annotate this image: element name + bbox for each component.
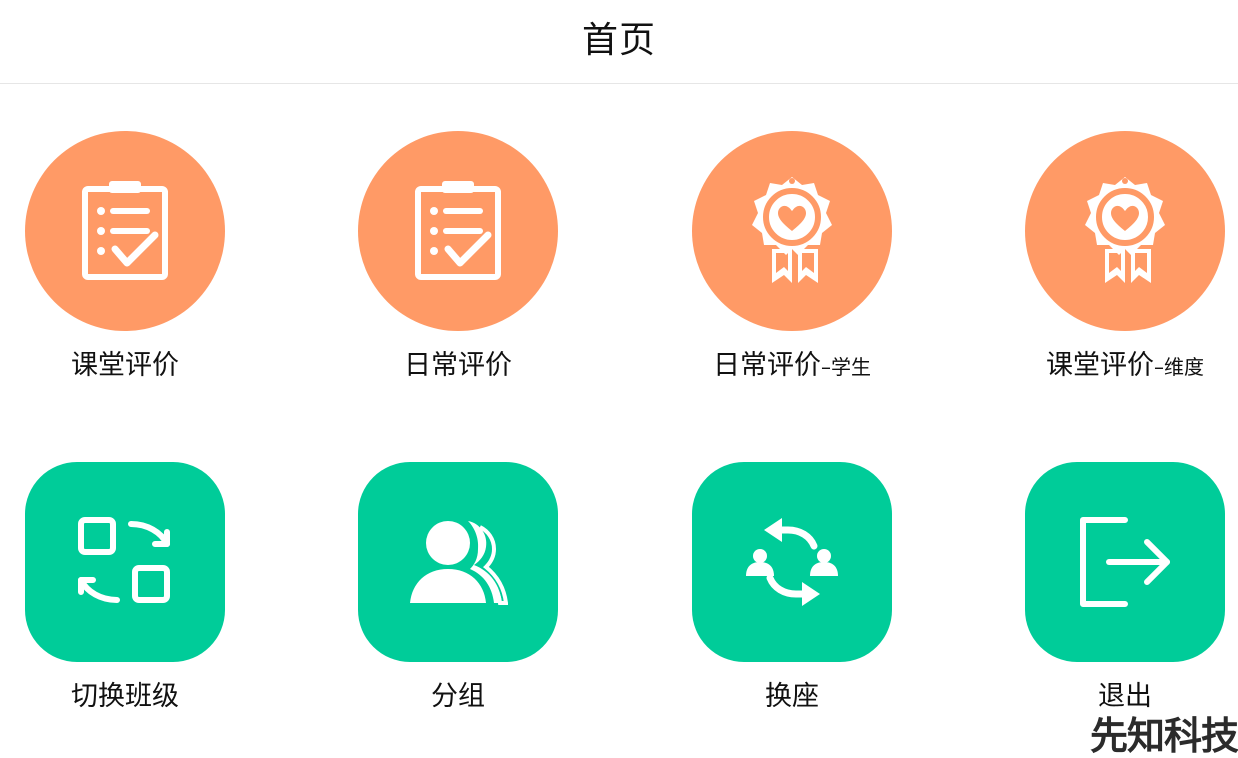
logout-button[interactable]: 退出 — [1025, 462, 1238, 722]
group-icon-bg — [358, 462, 558, 662]
award-heart-icon — [742, 171, 842, 291]
logout-icon — [1075, 512, 1175, 612]
tile-label: 日常评价–学生 — [713, 350, 871, 381]
group-users-icon — [408, 517, 508, 607]
switch-class-icon-bg — [25, 462, 225, 662]
company-watermark: 先知科技 — [1089, 714, 1238, 758]
tile-label: 退出 — [1098, 681, 1152, 712]
clipboard-check-icon — [75, 179, 175, 283]
swap-seat-icon-bg — [692, 462, 892, 662]
daily-evaluation-student-button[interactable]: 日常评价–学生 — [692, 131, 952, 391]
classroom-evaluation-dimension-icon-bg — [1025, 131, 1225, 331]
clipboard-check-icon — [408, 179, 508, 283]
tile-label: 切换班级 — [71, 681, 179, 712]
logout-icon-bg — [1025, 462, 1225, 662]
tile-label: 课堂评价–维度 — [1046, 350, 1204, 381]
award-heart-icon — [1075, 171, 1175, 291]
swap-seat-button[interactable]: 换座 — [692, 462, 952, 722]
daily-evaluation-icon-bg — [358, 131, 558, 331]
switch-class-button[interactable]: 切换班级 — [25, 462, 285, 722]
classroom-evaluation-button[interactable]: 课堂评价 — [25, 131, 285, 391]
tile-label: 课堂评价 — [71, 350, 179, 381]
classroom-evaluation-dimension-button[interactable]: 课堂评价–维度 — [1025, 131, 1238, 391]
header-bar: 首页 — [0, 0, 1238, 84]
group-button[interactable]: 分组 — [358, 462, 618, 722]
tile-label: 分组 — [431, 681, 485, 712]
tile-label: 日常评价 — [404, 350, 512, 381]
daily-evaluation-button[interactable]: 日常评价 — [358, 131, 618, 391]
switch-class-icon — [75, 512, 175, 612]
page-title: 首页 — [581, 20, 656, 61]
swap-seat-icon — [744, 514, 840, 610]
classroom-evaluation-icon-bg — [25, 131, 225, 331]
daily-evaluation-student-icon-bg — [692, 131, 892, 331]
tile-label: 换座 — [765, 681, 819, 712]
